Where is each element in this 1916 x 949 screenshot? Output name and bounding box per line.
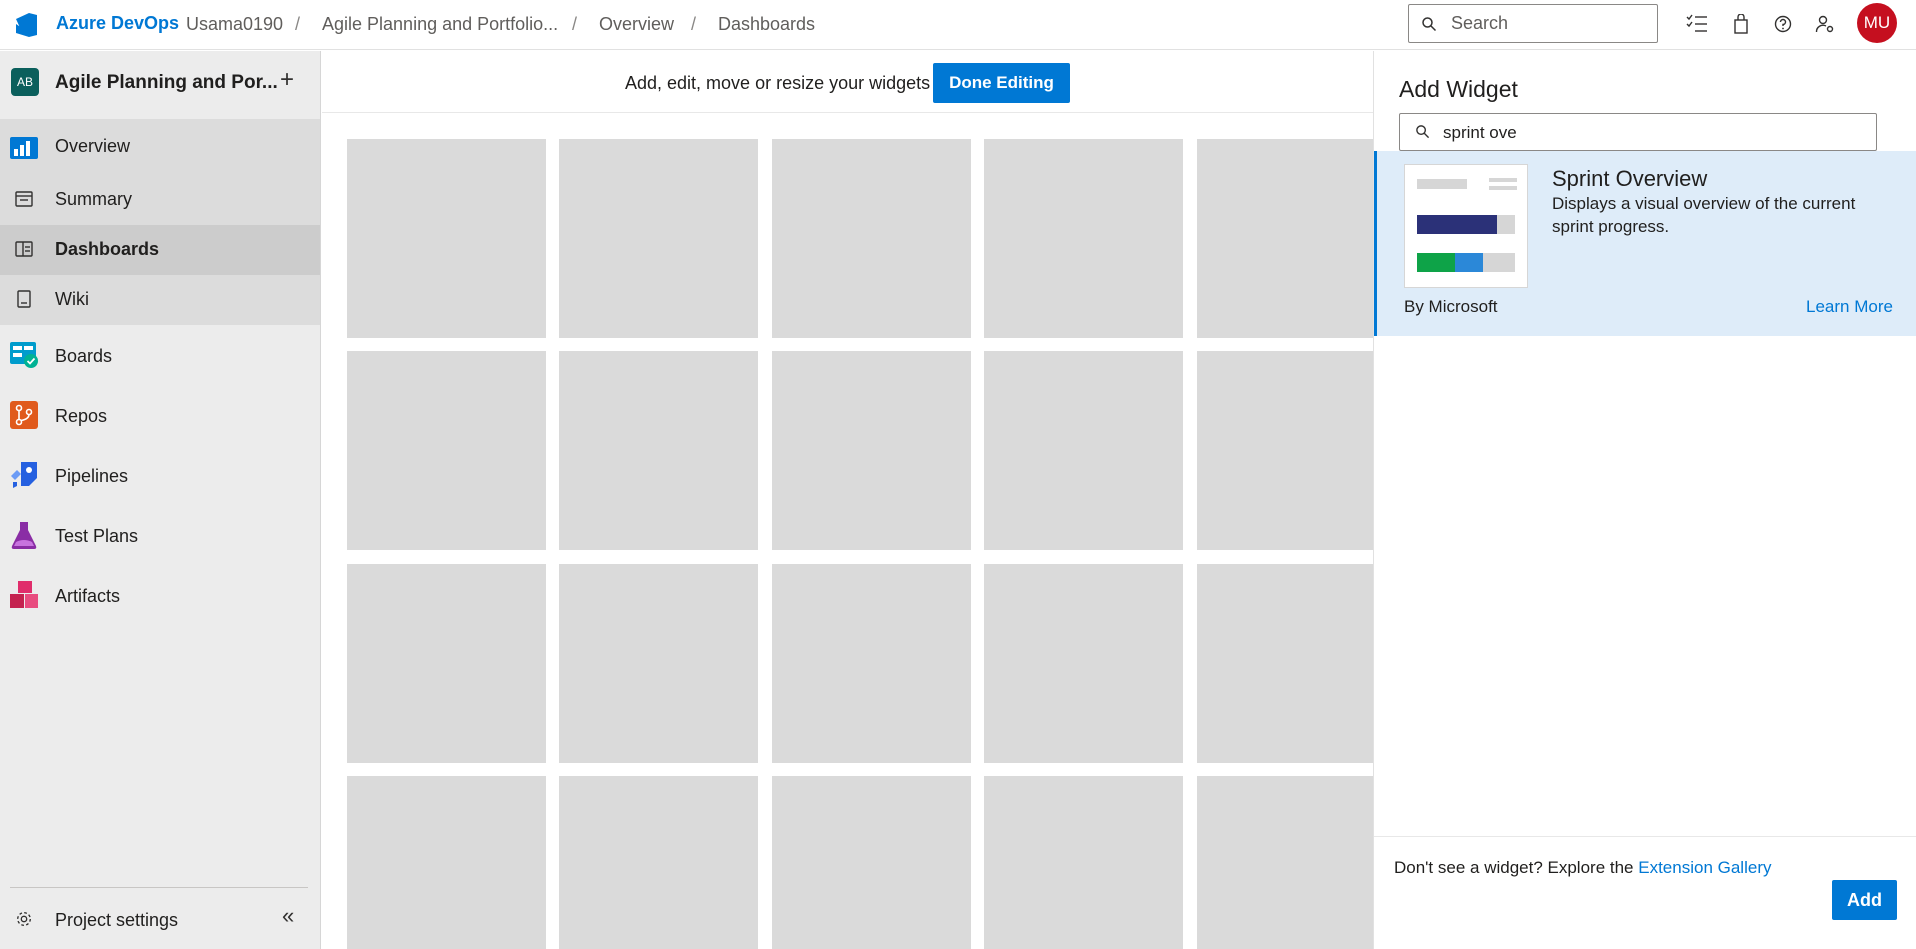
dashboards-icon	[15, 241, 33, 257]
collapse-sidebar-button[interactable]: «	[282, 903, 294, 929]
search-placeholder: Search	[1451, 13, 1509, 33]
project-badge: AB	[11, 68, 39, 96]
grid-placeholder[interactable]	[1197, 776, 1373, 949]
search-icon	[1422, 16, 1437, 31]
shopping-bag-icon[interactable]	[1729, 12, 1753, 36]
gear-icon	[17, 912, 31, 926]
widget-card-sprint-overview[interactable]: Sprint Overview Displays a visual overvi…	[1374, 151, 1916, 336]
grid-placeholder[interactable]	[984, 351, 1183, 550]
user-avatar[interactable]: MU	[1857, 3, 1897, 43]
search-icon	[1416, 125, 1430, 139]
edit-mode-bar: Add, edit, move or resize your widgets D…	[322, 51, 1373, 113]
sidebar-item-pipelines[interactable]: Pipelines	[0, 445, 320, 505]
grid-placeholder[interactable]	[1197, 351, 1373, 550]
brand-name[interactable]: Azure DevOps	[56, 13, 179, 34]
grid-placeholder[interactable]	[347, 351, 546, 550]
grid-placeholder[interactable]	[984, 776, 1183, 949]
extension-gallery-prompt: Don't see a widget? Explore the Extensio…	[1394, 858, 1771, 878]
grid-placeholder[interactable]	[347, 776, 546, 949]
project-name[interactable]: Agile Planning and Por...	[55, 72, 278, 94]
grid-placeholder[interactable]	[772, 564, 971, 763]
widget-description: Displays a visual overview of the curren…	[1552, 194, 1856, 236]
sidebar-item-label: Dashboards	[55, 239, 160, 259]
grid-placeholder[interactable]	[772, 776, 971, 949]
sidebar-item-label: Repos	[55, 406, 108, 426]
grid-placeholder[interactable]	[347, 139, 546, 338]
task-list-icon[interactable]	[1685, 12, 1709, 36]
panel-title: Add Widget	[1399, 76, 1518, 102]
widget-search-value: sprint ove	[1443, 123, 1517, 142]
sidebar-item-label: Artifacts	[55, 586, 121, 606]
grid-placeholder[interactable]	[559, 139, 758, 338]
breadcrumb-separator: /	[295, 14, 301, 34]
grid-placeholder[interactable]	[559, 351, 758, 550]
add-widget-button[interactable]: Add	[1832, 880, 1897, 920]
sidebar-item-label: Summary	[55, 189, 133, 209]
overview-icon	[10, 137, 38, 159]
add-new-button[interactable]: +	[280, 68, 294, 92]
project-header[interactable]: AB Agile Planning and Por... +	[0, 51, 320, 119]
widget-name: Sprint Overview	[1552, 166, 1708, 191]
help-icon[interactable]	[1771, 12, 1795, 36]
sprint-overview-preview-icon	[1417, 178, 1517, 272]
pipelines-icon	[11, 462, 37, 488]
breadcrumb-overview[interactable]: Overview	[599, 14, 674, 35]
sidebar-item-overview[interactable]: Overview	[0, 119, 320, 175]
sidebar-item-boards[interactable]: Boards	[0, 325, 320, 385]
sidebar-item-label: Pipelines	[55, 466, 129, 486]
grid-placeholder[interactable]	[984, 139, 1183, 338]
widget-publisher: By Microsoft	[1404, 297, 1498, 316]
azure-devops-logo-icon[interactable]	[12, 10, 42, 40]
grid-placeholder[interactable]	[984, 564, 1183, 763]
breadcrumb-project[interactable]: Agile Planning and Portfolio...	[322, 14, 558, 35]
avatar-initials: MU	[1863, 13, 1891, 32]
sidebar-divider	[10, 887, 308, 888]
sidebar-item-dashboards[interactable]: Dashboards	[0, 225, 320, 275]
global-search-input[interactable]: Search	[1408, 4, 1658, 43]
sidebar-item-summary[interactable]: Summary	[0, 175, 320, 225]
test-plans-icon	[11, 522, 37, 549]
boards-icon	[10, 342, 38, 368]
sidebar-item-label: Test Plans	[55, 526, 139, 546]
extension-gallery-link[interactable]: Extension Gallery	[1638, 858, 1771, 877]
footer-text: Don't see a widget? Explore the	[1394, 858, 1634, 877]
sidebar-item-artifacts[interactable]: Artifacts	[0, 565, 320, 625]
top-bar: Azure DevOps Usama0190 / Agile Planning …	[0, 0, 1916, 50]
grid-placeholder[interactable]	[772, 351, 971, 550]
repos-icon	[10, 401, 38, 429]
panel-footer-divider	[1374, 836, 1916, 837]
breadcrumb-organization[interactable]: Usama0190	[186, 14, 283, 35]
wiki-icon	[17, 290, 31, 308]
learn-more-link[interactable]: Learn More	[1806, 297, 1893, 317]
grid-placeholder[interactable]	[1197, 139, 1373, 338]
breadcrumb-dashboards[interactable]: Dashboards	[718, 14, 815, 35]
project-settings-button[interactable]: Project settings	[0, 900, 320, 940]
sidebar: AB Agile Planning and Por... + Overview …	[0, 51, 321, 949]
sidebar-item-label: Wiki	[55, 289, 89, 309]
sidebar-item-label: Boards	[55, 346, 113, 366]
grid-placeholder[interactable]	[559, 776, 758, 949]
artifacts-icon	[10, 581, 38, 608]
summary-icon	[15, 191, 33, 207]
dashboard-canvas: Add, edit, move or resize your widgets D…	[322, 51, 1373, 949]
sprint-overview-thumbnail	[1404, 164, 1528, 288]
grid-placeholder[interactable]	[347, 564, 546, 763]
done-editing-button[interactable]: Done Editing	[933, 63, 1070, 103]
project-settings-label: Project settings	[55, 910, 179, 930]
edit-mode-message: Add, edit, move or resize your widgets	[625, 73, 931, 93]
user-settings-icon[interactable]	[1813, 12, 1837, 36]
sidebar-item-wiki[interactable]: Wiki	[0, 275, 320, 325]
sidebar-item-repos[interactable]: Repos	[0, 385, 320, 445]
sidebar-item-label: Overview	[55, 136, 131, 156]
grid-placeholder[interactable]	[559, 564, 758, 763]
add-widget-panel: Add Widget sprint ove Sprint Overview Di…	[1373, 51, 1916, 949]
widget-search-input[interactable]: sprint ove	[1399, 113, 1877, 151]
breadcrumb-separator: /	[691, 14, 697, 34]
grid-placeholder[interactable]	[1197, 564, 1373, 763]
breadcrumb-separator: /	[572, 14, 578, 34]
grid-placeholder[interactable]	[772, 139, 971, 338]
sidebar-item-test-plans[interactable]: Test Plans	[0, 505, 320, 565]
